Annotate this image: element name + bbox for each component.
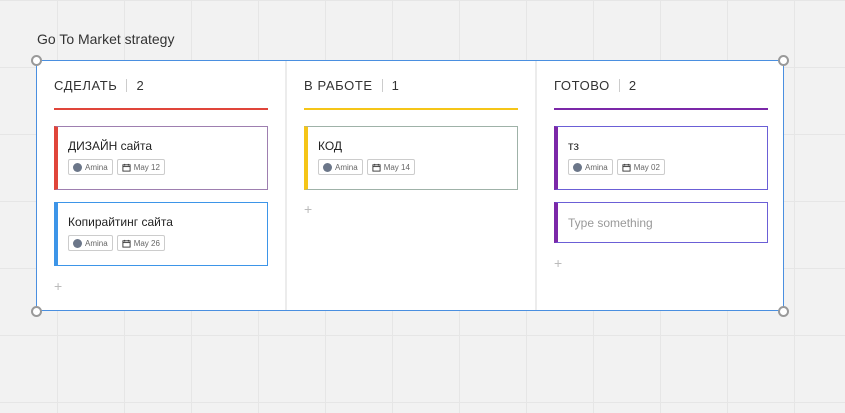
due-date: May 02 (633, 162, 660, 172)
due-date: May 26 (133, 238, 160, 248)
column-count: 1 (391, 78, 400, 93)
column-count: 2 (628, 78, 637, 93)
due-date-tag[interactable]: May 02 (616, 159, 665, 175)
due-date-tag[interactable]: May 14 (366, 159, 415, 175)
card[interactable]: ДИЗАЙН сайта Amina May 12 (54, 126, 268, 190)
column-title: СДЕЛАТЬ (54, 78, 118, 93)
card[interactable]: КОД Amina May 14 (304, 126, 518, 190)
avatar-icon (323, 162, 332, 172)
calendar-icon (122, 239, 131, 248)
resize-handle-bottom-right[interactable] (778, 306, 789, 317)
calendar-icon (372, 163, 381, 172)
assignee-tag[interactable]: Amina (68, 235, 113, 251)
column-todo: СДЕЛАТЬ 2 ДИЗАЙН сайта Amina May 12 Копи… (37, 61, 287, 310)
column-header[interactable]: СДЕЛАТЬ 2 (54, 78, 144, 93)
add-card-button[interactable]: + (554, 255, 562, 271)
column-done: ГОТОВО 2 тз Amina May 02 Type something … (537, 61, 783, 310)
calendar-icon (122, 163, 131, 172)
column-title: В РАБОТЕ (304, 78, 373, 93)
due-date-tag[interactable]: May 26 (116, 235, 165, 251)
avatar-icon (73, 162, 82, 172)
assignee-name: Amina (335, 162, 358, 172)
due-date: May 14 (383, 162, 410, 172)
card[interactable]: тз Amina May 02 (554, 126, 768, 190)
column-header[interactable]: ГОТОВО 2 (554, 78, 637, 93)
column-color-bar (554, 108, 768, 110)
card-title[interactable]: Копирайтинг сайта (68, 215, 173, 229)
column-count: 2 (136, 78, 145, 93)
due-date: May 12 (133, 162, 160, 172)
card-placeholder[interactable]: Type something (568, 216, 653, 230)
column-title: ГОТОВО (554, 78, 610, 93)
card-title[interactable]: КОД (318, 139, 342, 153)
divider (381, 79, 383, 92)
card[interactable]: Копирайтинг сайта Amina May 26 (54, 202, 268, 266)
divider (126, 79, 128, 92)
assignee-tag[interactable]: Amina (68, 159, 113, 175)
avatar-icon (573, 162, 582, 172)
add-card-button[interactable]: + (54, 278, 62, 294)
column-color-bar (304, 108, 518, 110)
assignee-tag[interactable]: Amina (318, 159, 363, 175)
assignee-tag[interactable]: Amina (568, 159, 613, 175)
avatar-icon (73, 238, 82, 248)
card-title[interactable]: ДИЗАЙН сайта (68, 139, 152, 153)
assignee-name: Amina (585, 162, 608, 172)
column-in-progress: В РАБОТЕ 1 КОД Amina May 14 + (287, 61, 537, 310)
calendar-icon (622, 163, 631, 172)
add-card-button[interactable]: + (304, 201, 312, 217)
frame-title[interactable]: Go To Market strategy (37, 31, 174, 47)
column-color-bar (54, 108, 268, 110)
new-card-input[interactable]: Type something (554, 202, 768, 243)
resize-handle-bottom-left[interactable] (31, 306, 42, 317)
resize-handle-top-left[interactable] (31, 55, 42, 66)
column-header[interactable]: В РАБОТЕ 1 (304, 78, 400, 93)
assignee-name: Amina (85, 162, 108, 172)
resize-handle-top-right[interactable] (778, 55, 789, 66)
due-date-tag[interactable]: May 12 (116, 159, 165, 175)
kanban-board[interactable]: СДЕЛАТЬ 2 ДИЗАЙН сайта Amina May 12 Копи… (36, 60, 784, 311)
divider (618, 79, 620, 92)
card-title[interactable]: тз (568, 139, 579, 153)
assignee-name: Amina (85, 238, 108, 248)
